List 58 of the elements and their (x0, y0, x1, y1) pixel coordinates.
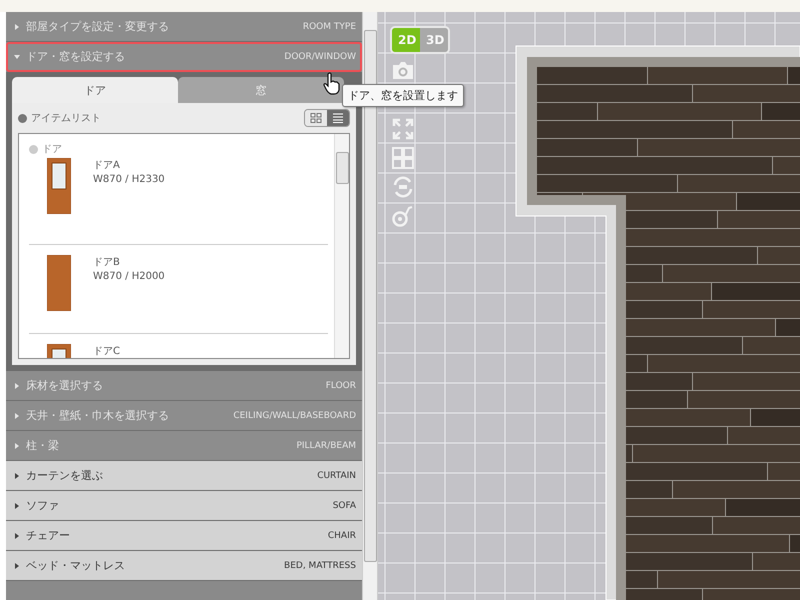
caret-icon (14, 472, 20, 478)
rotate-icon[interactable] (392, 175, 414, 199)
section-subtitle: PILLAR/BEAM (296, 440, 356, 450)
caret-icon (14, 502, 20, 508)
category-label: ドア (42, 143, 62, 156)
section-title: 床材を選択する (26, 378, 104, 393)
section-title: ベッド・マットレス (26, 558, 126, 573)
section-subtitle: FLOOR (326, 380, 356, 390)
door-thumbnail (47, 158, 71, 214)
section-title: ソファ (26, 498, 60, 513)
caret-icon (14, 562, 20, 568)
door-item[interactable]: ドアB W870 / H2000 (29, 245, 328, 334)
section-subtitle: DOOR/WINDOW (284, 52, 356, 62)
section-header[interactable]: ソファ SOFA (6, 491, 362, 521)
caret-icon (14, 532, 20, 538)
item-name: ドアB (93, 256, 121, 269)
item-size: W870 / H2330 (93, 174, 165, 185)
grid-view-button[interactable] (305, 110, 327, 126)
list-view-button[interactable] (327, 110, 349, 126)
section-title: ドア・窓を設定する (26, 49, 126, 64)
section-title: カーテンを選ぶ (26, 468, 104, 483)
section-subtitle: SOFA (332, 500, 356, 510)
item-name: ドアA (93, 159, 121, 172)
section-header[interactable]: チェアー CHAIR (6, 521, 362, 551)
door-thumbnail (47, 255, 71, 311)
section-header[interactable]: カーテンを選ぶ CURTAIN (6, 461, 362, 491)
scrollbar[interactable] (362, 12, 378, 600)
section-subtitle: CHAIR (328, 530, 356, 540)
section-title: チェアー (26, 528, 71, 543)
bullet-icon (29, 144, 38, 154)
section-subtitle: CURTAIN (317, 470, 356, 480)
item-size: W870 / H2000 (93, 271, 165, 282)
section-title: 天井・壁紙・巾木を選択する (26, 408, 170, 423)
tape-measure-icon[interactable] (392, 204, 414, 228)
caret-icon (14, 442, 20, 448)
section-subtitle: CEILING/WALL/BASEBOARD (233, 410, 356, 420)
section-title: 柱・梁 (26, 438, 60, 453)
section-header[interactable]: ベッド・マットレス BED, MATTRESS (6, 551, 362, 581)
caret-icon (14, 412, 20, 418)
list-icon (332, 113, 344, 123)
tooltip: ドア、窓を設置します (342, 84, 464, 107)
bullet-icon (18, 114, 27, 122)
caret-icon (14, 24, 20, 30)
expand-icon[interactable] (392, 118, 414, 140)
section-subtitle: ROOM TYPE (302, 22, 356, 32)
list-title: アイテムリスト (31, 112, 102, 125)
camera-icon[interactable] (392, 60, 414, 80)
section-title: 部屋タイプを設定・変更する (26, 19, 170, 34)
grid-icon[interactable] (392, 147, 414, 169)
tab[interactable]: ドア (12, 77, 178, 103)
caret-icon (14, 54, 20, 60)
section-subtitle: BED, MATTRESS (284, 560, 356, 570)
scrollbar[interactable] (334, 134, 349, 358)
door-item[interactable]: ドアA W870 / H2330 (29, 156, 328, 245)
item-name: ドアC (93, 345, 120, 358)
caret-icon (14, 382, 20, 388)
grid-icon (310, 113, 322, 123)
hand-cursor-icon (322, 72, 342, 96)
